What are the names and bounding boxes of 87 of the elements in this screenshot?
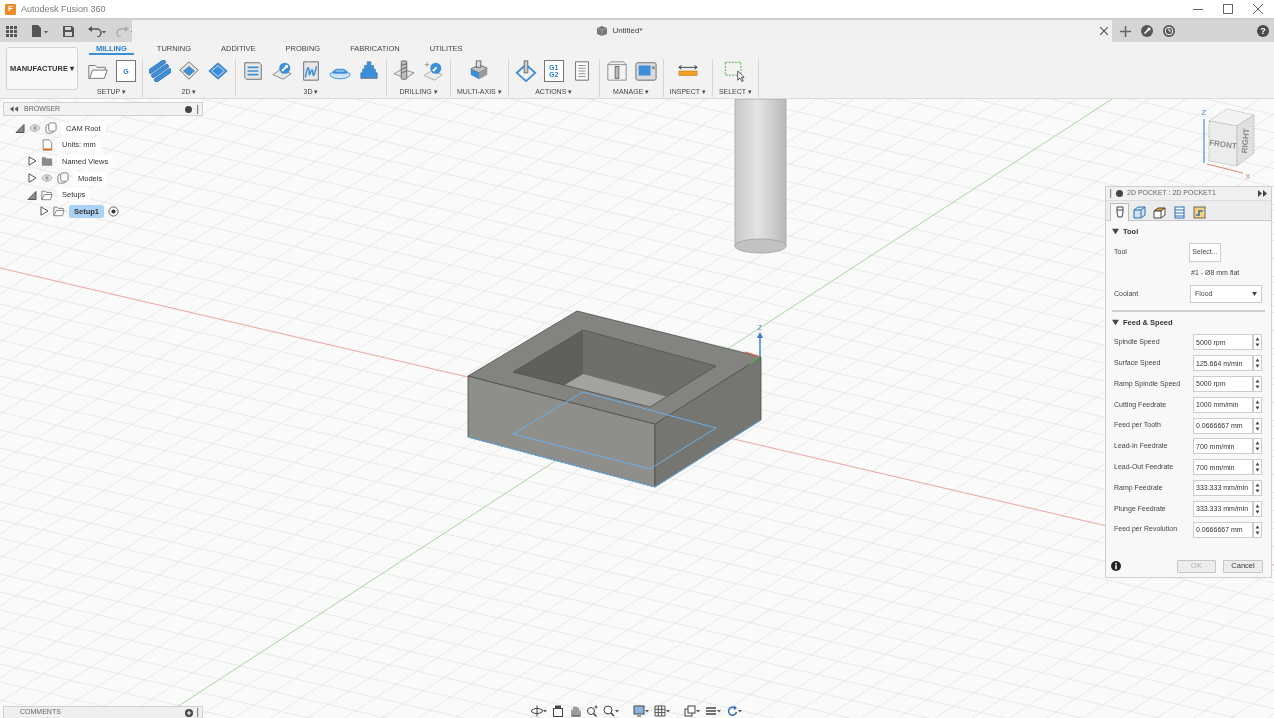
layered-cube-icon: [1153, 206, 1166, 219]
spinner-arrows-icon[interactable]: [1253, 438, 1262, 455]
pan-hand-icon[interactable]: [569, 705, 581, 717]
spinner-arrows-icon[interactable]: [1253, 521, 1262, 538]
tiered-cone-icon[interactable]: [358, 60, 380, 82]
plus-icon[interactable]: [1120, 25, 1131, 37]
cube-outline-icon: [1133, 206, 1146, 219]
bars-icon[interactable]: [705, 705, 721, 717]
panel-handle-icon[interactable]: [1110, 189, 1112, 198]
radio-target-icon[interactable]: [108, 205, 119, 217]
drill-bit-icon[interactable]: [393, 60, 415, 82]
expand-triangle-icon[interactable]: [39, 206, 49, 217]
spinner-arrows-icon[interactable]: [1253, 500, 1262, 517]
panel-handle-icon[interactable]: [197, 708, 199, 717]
component-icon: [57, 172, 69, 185]
cube-face-label: FRONT: [1208, 138, 1238, 151]
file-icon[interactable]: [31, 25, 49, 37]
info-icon[interactable]: [1111, 561, 1121, 571]
orbit-icon[interactable]: [531, 705, 547, 717]
tool-bit-icon: [1113, 206, 1126, 219]
spinner-arrows-icon[interactable]: [1253, 334, 1262, 351]
machine-icon[interactable]: [634, 60, 657, 82]
spinner-arrows-icon[interactable]: [1253, 355, 1262, 372]
magnifier-icon[interactable]: [603, 705, 619, 717]
tilted-block-icon[interactable]: [468, 60, 491, 82]
list-lines-icon: [1173, 206, 1186, 219]
spinner-arrows-icon[interactable]: [1253, 417, 1262, 434]
help-button[interactable]: ?: [1257, 25, 1269, 37]
layered-diamond-icon[interactable]: [178, 60, 200, 82]
linking-steps-icon: [1193, 206, 1206, 219]
flat-diamond-icon[interactable]: [207, 60, 229, 82]
grid-icon[interactable]: [654, 705, 670, 717]
origin-triad-icon: [744, 332, 763, 365]
collapse-triangle-icon[interactable]: [27, 189, 37, 200]
document-tab[interactable]: Untitled*: [132, 20, 1112, 42]
add-icon[interactable]: [185, 708, 193, 717]
refresh-icon[interactable]: [726, 705, 742, 717]
wrench-plus-icon[interactable]: [422, 60, 444, 82]
panel-handle-icon[interactable]: [197, 104, 199, 114]
striped-block-icon[interactable]: [242, 60, 264, 82]
pocket-block-model[interactable]: [467, 310, 762, 488]
panel-dot-icon[interactable]: [1116, 190, 1123, 197]
wrench-plate-icon[interactable]: [271, 60, 293, 82]
spinner-arrows-icon[interactable]: [1253, 479, 1262, 496]
open-folder-icon: [53, 205, 65, 218]
collapse-triangle-icon[interactable]: [15, 123, 25, 134]
component-icon: [45, 122, 57, 135]
tool-holder-icon[interactable]: [605, 60, 628, 82]
zoom-in-icon[interactable]: [586, 705, 598, 717]
dashed-selection-icon[interactable]: [724, 60, 747, 82]
dialog-tab[interactable]: [1190, 203, 1209, 221]
document-icon: [41, 138, 53, 151]
spinner-arrows-icon[interactable]: [1253, 396, 1262, 413]
undo-icon[interactable]: [88, 25, 108, 37]
stacked-squares-icon[interactable]: [684, 705, 700, 717]
eye-icon[interactable]: [41, 172, 53, 185]
monitor-icon[interactable]: [633, 705, 649, 717]
caret-icon: [1252, 292, 1257, 296]
stacked-bars-icon[interactable]: [149, 60, 171, 82]
spinner-arrows-icon[interactable]: [1253, 376, 1262, 392]
collapse-arrows-icon[interactable]: [9, 105, 19, 113]
open-folder-icon: [41, 188, 53, 201]
wrench-circle-icon[interactable]: [1141, 25, 1153, 37]
dialog-tab[interactable]: [1130, 203, 1149, 221]
clock-icon[interactable]: [1163, 25, 1175, 37]
diamond-drill-icon[interactable]: [514, 60, 537, 82]
close-icon[interactable]: [1100, 27, 1108, 35]
view-cube[interactable]: [1208, 108, 1255, 167]
maximize-icon[interactable]: [1223, 4, 1233, 14]
spiral-block-icon[interactable]: [300, 60, 322, 82]
close-icon[interactable]: [1253, 4, 1263, 14]
expand-arrows-icon[interactable]: [1258, 190, 1267, 197]
grid-menu-icon[interactable]: [6, 25, 17, 37]
expand-triangle-icon[interactable]: [27, 156, 37, 167]
panel-dot-icon[interactable]: [185, 105, 192, 113]
cube-face-label: RIGHT: [1239, 128, 1252, 154]
app-logo: F: [5, 3, 16, 15]
folder-icon: [41, 155, 53, 168]
window-title: Autodesk Fusion 360: [21, 3, 106, 15]
box-view-icon[interactable]: [552, 705, 564, 717]
dialog-tab[interactable]: [1110, 203, 1129, 221]
cube-icon: [597, 26, 608, 36]
axis-label: Z: [1201, 108, 1207, 117]
expand-triangle-icon[interactable]: [27, 173, 37, 184]
axis-label: X: [1245, 172, 1251, 181]
spinner-arrows-icon[interactable]: [1253, 459, 1262, 476]
save-icon[interactable]: [63, 25, 74, 37]
